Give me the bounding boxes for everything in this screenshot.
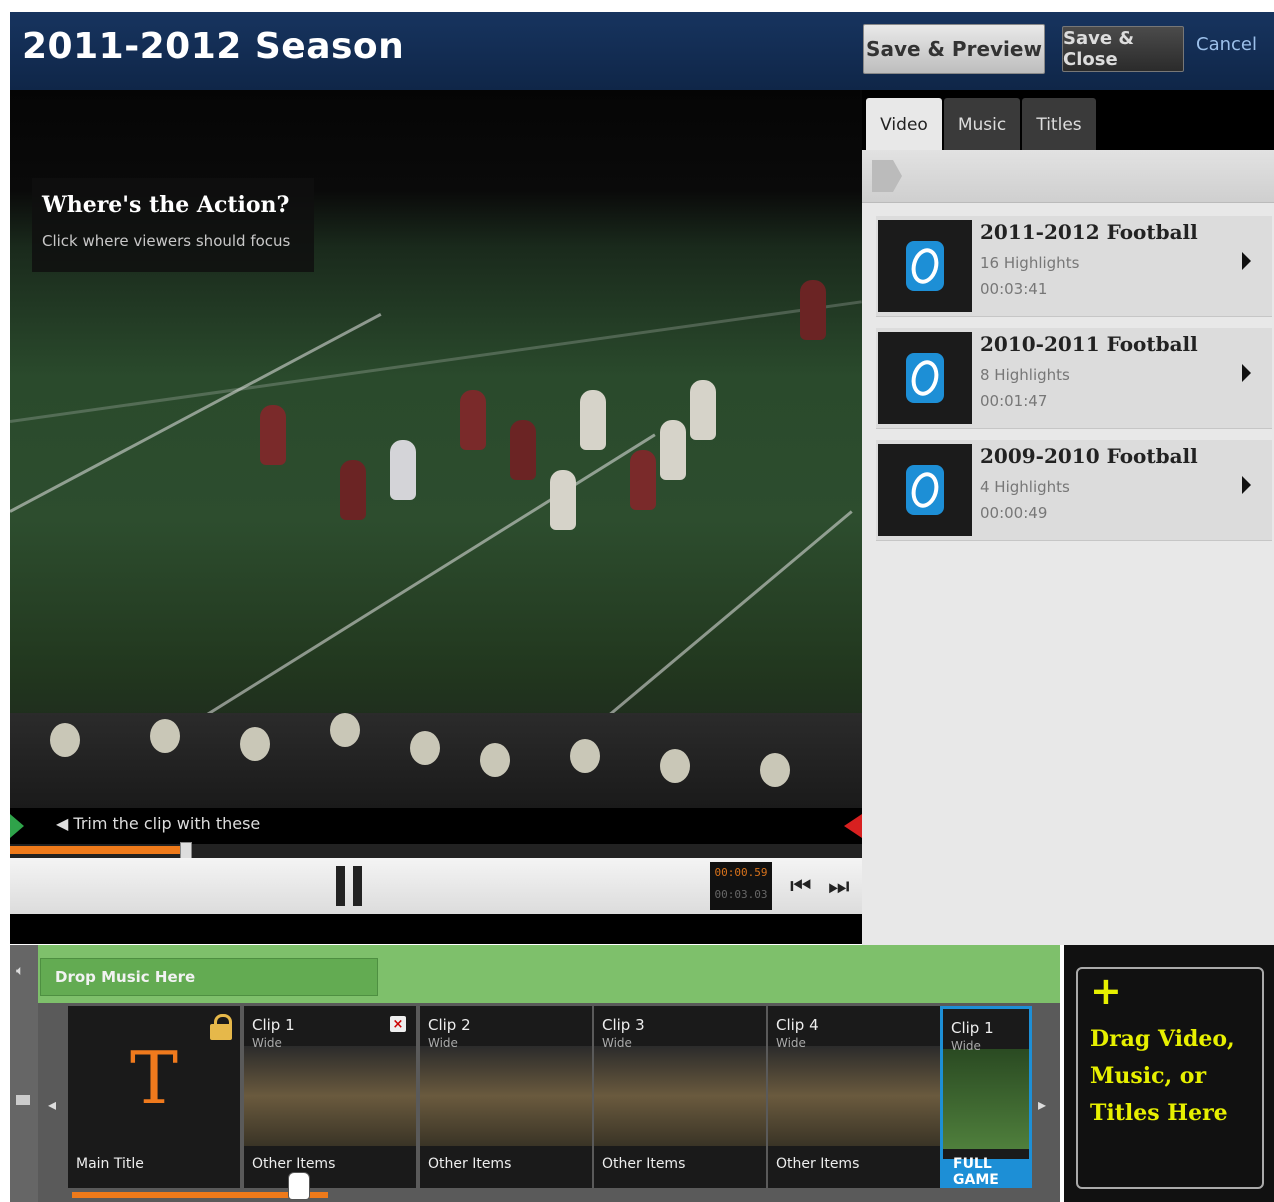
item-count: 16 Highlights [980, 254, 1080, 272]
clip-caption: Other Items [602, 1156, 686, 1172]
clip-thumbnail [594, 1046, 766, 1146]
callout-title: Where's the Action? [42, 192, 290, 218]
hudl-logo-icon [906, 465, 944, 515]
chevron-right-icon[interactable] [1242, 364, 1251, 382]
sideline-crowd [10, 713, 862, 808]
playback-controls: 00:00.59 00:03.03 ⏮ ⏭ [10, 858, 862, 914]
camera-icon [16, 1095, 30, 1105]
item-count: 8 Highlights [980, 366, 1070, 384]
tab-music[interactable]: Music [944, 98, 1020, 152]
close-icon[interactable]: × [390, 1016, 406, 1032]
clip-name: Clip 1 [951, 1019, 994, 1037]
drop-music-zone[interactable]: Drop Music Here [40, 958, 378, 996]
clip-caption: Other Items [428, 1156, 512, 1172]
item-title: 2009-2010 Football [980, 444, 1198, 468]
clip-name: Clip 4 [776, 1016, 819, 1034]
clip-caption: Other Items [776, 1156, 860, 1172]
list-item[interactable]: 2011-2012 Football 16 Highlights 00:03:4… [876, 216, 1272, 317]
player-footer [10, 914, 862, 944]
panel-toolbar [862, 150, 1274, 203]
timecode-total: 00:03.03 [714, 888, 768, 901]
save-close-button[interactable]: Save & Close [1062, 26, 1184, 72]
clip-label: Clip 1 Wide [951, 1019, 994, 1055]
item-duration: 00:01:47 [980, 392, 1048, 410]
drag-drop-target[interactable]: + Drag Video, Music, or Titles Here [1076, 967, 1264, 1189]
trim-hint: ◀ Trim the clip with these [56, 814, 261, 833]
item-duration: 00:00:49 [980, 504, 1048, 522]
chevron-right-icon[interactable] [1242, 476, 1251, 494]
clip-name: Clip 3 [602, 1016, 645, 1034]
plus-icon: + [1090, 969, 1122, 1013]
skip-forward-icon[interactable]: ⏭ [828, 872, 850, 900]
clip-thumbnail [420, 1046, 592, 1146]
clip-item[interactable]: Clip 4 Wide Other Items [768, 1006, 940, 1188]
tab-titles[interactable]: Titles [1022, 98, 1096, 152]
clip-sub: Wide [428, 1036, 458, 1050]
skip-back-icon[interactable]: ⏮ [790, 872, 812, 900]
clip-sub: Wide [252, 1036, 282, 1050]
clip-full-game-selected[interactable]: Clip 1 Wide FULL GAME [940, 1006, 1032, 1188]
app-header: 2011-2012 Season Save & Preview Save & C… [10, 12, 1274, 90]
media-panel: 2011-2012 Football 16 Highlights 00:03:4… [862, 150, 1274, 945]
clip-sub: Wide [776, 1036, 806, 1050]
callout-subtitle: Click where viewers should focus [42, 232, 291, 250]
pause-icon[interactable] [334, 866, 364, 906]
video-preview[interactable]: Where's the Action? Click where viewers … [10, 90, 862, 808]
track-header: 🔈︎ [10, 945, 38, 1202]
clip-label: Clip 4 Wide [776, 1016, 819, 1052]
item-count: 4 Highlights [980, 478, 1070, 496]
folder-thumbnail [878, 444, 972, 536]
chevron-right-icon[interactable] [1242, 252, 1251, 270]
clip-item[interactable]: Clip 1 Wide × Other Items [244, 1006, 416, 1188]
item-title: 2011-2012 Football [980, 220, 1198, 244]
folder-thumbnail [878, 332, 972, 424]
hudl-logo-icon [906, 241, 944, 291]
title-letter: T [130, 1036, 179, 1120]
clip-label: Clip 1 Wide [252, 1016, 295, 1052]
list-item[interactable]: 2009-2010 Football 4 Highlights 00:00:49 [876, 440, 1272, 541]
clip-caption: Main Title [76, 1156, 144, 1172]
drag-hint: Drag Video, Music, or Titles Here [1090, 1026, 1235, 1126]
clip-sub: Wide [602, 1036, 632, 1050]
clip-caption: Other Items [252, 1156, 336, 1172]
clip-thumbnail [943, 1049, 1029, 1149]
back-icon[interactable] [872, 160, 902, 192]
save-preview-button[interactable]: Save & Preview [863, 24, 1045, 74]
clip-item[interactable]: Clip 2 Wide Other Items [420, 1006, 592, 1188]
speaker-icon[interactable]: 🔈︎ [16, 963, 24, 979]
trim-bar: ◀ Trim the clip with these [10, 808, 862, 844]
clip-name: Clip 2 [428, 1016, 471, 1034]
scroll-right-icon[interactable]: ▸ [1038, 1095, 1046, 1114]
lock-icon[interactable] [210, 1014, 232, 1040]
timecode-display: 00:00.59 00:03.03 [710, 862, 772, 910]
clip-main-title[interactable]: T Main Title [68, 1006, 240, 1188]
clip-thumbnail [768, 1046, 940, 1146]
hand-cursor-icon [288, 1172, 310, 1200]
drag-drop-zone[interactable]: + Drag Video, Music, or Titles Here [1064, 945, 1274, 1202]
trim-start-handle[interactable] [10, 814, 24, 838]
clip-label: Clip 3 Wide [602, 1016, 645, 1052]
item-title: 2010-2011 Football [980, 332, 1198, 356]
clip-thumbnail [244, 1046, 416, 1146]
clip-item[interactable]: Clip 3 Wide Other Items [594, 1006, 766, 1188]
clip-label: Clip 2 Wide [428, 1016, 471, 1052]
folder-thumbnail [878, 220, 972, 312]
hudl-logo-icon [906, 353, 944, 403]
clip-sub: Wide [951, 1039, 981, 1053]
scrub-progress [10, 846, 180, 854]
action-callout: Where's the Action? Click where viewers … [32, 178, 314, 272]
timecode-current: 00:00.59 [714, 866, 768, 879]
project-title: 2011-2012 Season [22, 26, 405, 67]
scrub-track[interactable] [10, 842, 862, 860]
trim-end-handle[interactable] [844, 814, 862, 838]
clip-name: Clip 1 [252, 1016, 295, 1034]
item-duration: 00:03:41 [980, 280, 1048, 298]
trim-hint-text: Trim the clip with these [73, 814, 261, 833]
tab-video[interactable]: Video [866, 98, 942, 152]
full-game-badge: FULL GAME [943, 1156, 1029, 1185]
list-item[interactable]: 2010-2011 Football 8 Highlights 00:01:47 [876, 328, 1272, 429]
scroll-left-icon[interactable]: ◂ [48, 1095, 56, 1114]
cancel-link[interactable]: Cancel [1196, 34, 1257, 55]
